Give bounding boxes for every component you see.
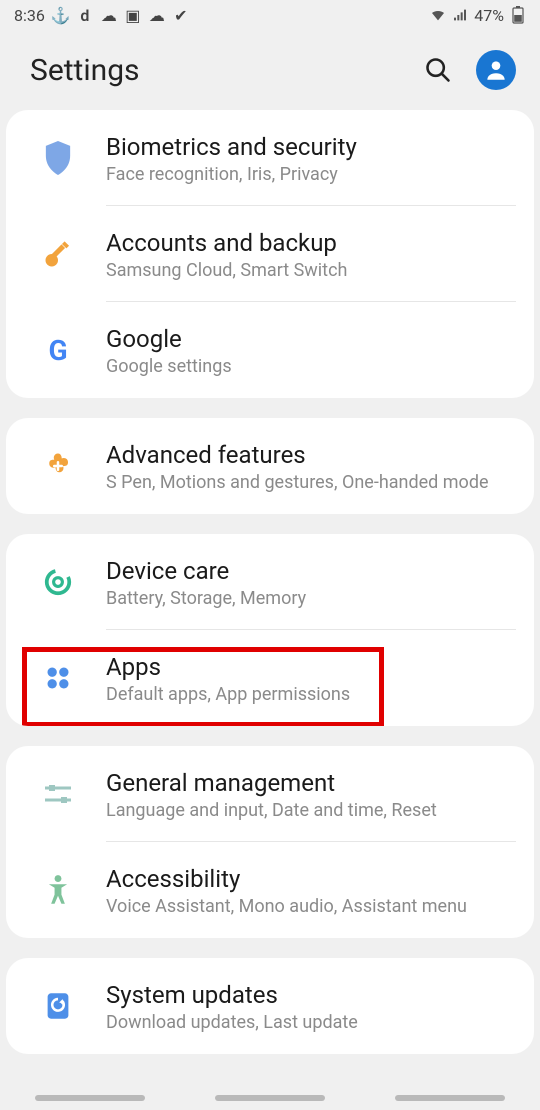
battery-icon [510,7,526,23]
row-biometrics[interactable]: Biometrics and securityFace recognition,… [6,110,534,206]
row-title: Google [106,324,516,354]
row-advanced-features[interactable]: Advanced featuresS Pen, Motions and gest… [6,418,534,514]
cloud-icon: ☁ [149,7,165,23]
search-icon [424,56,452,84]
row-google[interactable]: G GoogleGoogle settings [6,302,534,398]
check-circle-icon: ✔ [173,7,189,23]
card-advanced: Advanced featuresS Pen, Motions and gest… [6,418,534,514]
weather-icon: ☁ [101,7,117,23]
d-icon: d [77,7,93,23]
row-general-management[interactable]: General managementLanguage and input, Da… [6,746,534,842]
row-title: Biometrics and security [106,132,516,162]
battery-text: 47% [474,6,504,25]
status-time: 8:36 [14,6,45,25]
row-title: General management [106,768,516,798]
person-icon [483,57,509,83]
row-subtitle: Voice Assistant, Mono audio, Assistant m… [106,896,516,917]
mic-icon: ⚓ [53,7,69,23]
wifi-icon [430,7,446,23]
key-icon [43,239,73,269]
page-title: Settings [30,53,140,88]
row-title: Accounts and backup [106,228,516,258]
row-device-care[interactable]: Device careBattery, Storage, Memory [6,534,534,630]
signal-icon [452,7,468,23]
google-icon: G [28,334,88,367]
accessibility-icon [44,874,72,906]
device-care-icon [43,567,73,597]
image-icon: ▣ [125,7,141,23]
row-subtitle: Download updates, Last update [106,1012,516,1033]
account-button[interactable] [476,50,516,90]
row-apps[interactable]: AppsDefault apps, App permissions [6,630,534,726]
plus-flower-icon [43,451,73,481]
card-security-accounts: Biometrics and securityFace recognition,… [6,110,534,398]
row-title: System updates [106,980,516,1010]
card-system-updates: System updatesDownload updates, Last upd… [6,958,534,1054]
row-subtitle: Google settings [106,356,516,377]
nav-home[interactable] [215,1095,325,1101]
search-button[interactable] [418,50,458,90]
nav-back[interactable] [395,1095,505,1101]
row-subtitle: Language and input, Date and time, Reset [106,800,516,821]
card-device-apps: Device careBattery, Storage, Memory Apps… [6,534,534,726]
row-system-updates[interactable]: System updatesDownload updates, Last upd… [6,958,534,1054]
status-bar: 8:36 ⚓ d ☁ ▣ ☁ ✔ 47% [0,0,540,30]
card-general-accessibility: General managementLanguage and input, Da… [6,746,534,938]
row-accounts-backup[interactable]: Accounts and backupSamsung Cloud, Smart … [6,206,534,302]
settings-list: Biometrics and securityFace recognition,… [0,110,540,1054]
update-icon [44,991,72,1021]
nav-recents[interactable] [35,1095,145,1101]
nav-bar [0,1086,540,1110]
sliders-icon [43,782,73,806]
row-subtitle: Face recognition, Iris, Privacy [106,164,516,185]
row-title: Device care [106,556,516,586]
row-subtitle: Default apps, App permissions [106,684,516,705]
row-subtitle: Battery, Storage, Memory [106,588,516,609]
row-subtitle: Samsung Cloud, Smart Switch [106,260,516,281]
row-subtitle: S Pen, Motions and gestures, One-handed … [106,472,516,493]
row-accessibility[interactable]: AccessibilityVoice Assistant, Mono audio… [6,842,534,938]
apps-icon [44,664,72,692]
row-title: Apps [106,652,516,682]
row-title: Advanced features [106,440,516,470]
shield-icon [43,141,73,175]
row-title: Accessibility [106,864,516,894]
app-header: Settings [0,30,540,110]
